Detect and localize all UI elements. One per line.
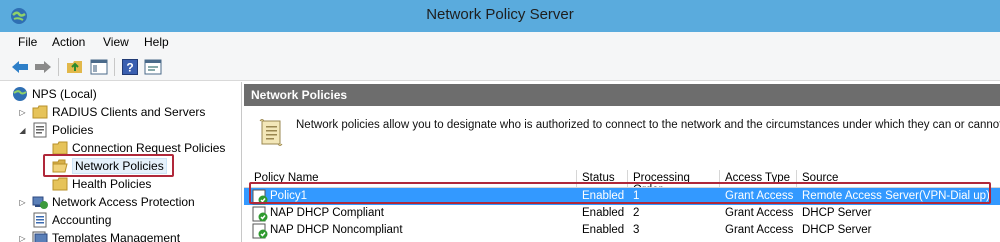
show-hide-tree-icon[interactable] [88,56,110,78]
tree-item-accounting[interactable]: Accounting [32,211,111,229]
tree-label: Connection Request Policies [72,141,226,155]
scroll-document-icon [259,119,283,146]
svg-text:?: ? [126,61,133,75]
up-folder-icon[interactable] [64,56,86,78]
toolbar-separator [114,58,115,76]
accounting-icon [33,212,47,228]
policy-enabled-icon [252,206,268,222]
cell-source: DHCP Server [802,224,872,236]
menu-view[interactable]: View [103,35,129,49]
cell-source: DHCP Server [802,207,872,219]
cell-policy-name: NAP DHCP Noncompliant [270,224,403,236]
folder-icon [32,105,48,119]
description-panel: Network policies allow you to designate … [244,108,1000,161]
templates-icon [32,231,48,242]
collapse-arrow-icon[interactable]: ◢ [18,126,27,135]
cell-processing-order: 2 [633,207,640,219]
title-bar: Network Policy Server [0,0,1000,32]
back-icon[interactable] [9,56,31,78]
menu-bar: File Action View Help [0,32,1000,53]
cell-access-type: Grant Access [725,224,794,236]
forward-icon[interactable] [32,56,54,78]
cell-status: Enabled [582,224,625,236]
table-row[interactable]: NAP DHCP Noncompliant Enabled 3 Grant Ac… [244,222,1000,239]
tree-label: RADIUS Clients and Servers [52,105,206,119]
tree-label: Templates Management [52,231,181,242]
highlight-box-network-policies [43,154,174,177]
properties-icon[interactable] [142,56,164,78]
window-title: Network Policy Server [426,6,574,23]
policies-icon [33,122,47,138]
tree-label: Health Policies [72,177,152,191]
table-row[interactable]: NAP DHCP Compliant Enabled 2 Grant Acces… [244,205,1000,222]
tree-label: NPS (Local) [32,87,97,101]
expand-arrow-icon[interactable]: ▷ [18,234,27,242]
menu-help[interactable]: Help [144,35,169,49]
nap-icon [32,196,48,209]
tree-label: Policies [52,123,94,137]
policy-enabled-icon [252,223,268,239]
tree-item-network-access-protection[interactable]: ▷ Network Access Protection [18,193,195,211]
nps-globe-icon [13,87,27,101]
cell-processing-order: 3 [633,224,640,236]
tree-item-policies[interactable]: ◢ Policies [18,121,93,139]
expand-arrow-icon[interactable]: ▷ [18,198,27,207]
expand-arrow-icon[interactable]: ▷ [18,108,27,117]
cell-access-type: Grant Access [725,207,794,219]
tree-label: Accounting [52,213,112,227]
help-icon[interactable]: ? [119,56,141,78]
folder-icon [52,177,68,191]
tree-item-nps-local[interactable]: NPS (Local) [12,85,97,103]
description-text: Network policies allow you to designate … [296,119,1000,131]
menu-file[interactable]: File [18,35,37,49]
toolbar: ? [0,53,1000,81]
toolbar-separator [58,58,59,76]
highlight-box-policy1 [249,182,991,204]
cell-status: Enabled [582,207,625,219]
pane-header: Network Policies [244,84,1000,106]
tree-item-radius[interactable]: ▷ RADIUS Clients and Servers [18,103,205,121]
results-pane: Network Policies Network policies allow … [244,82,1000,242]
tree-item-templates-management[interactable]: ▷ Templates Management [18,229,180,242]
tree-item-health-policies[interactable]: Health Policies [52,175,151,193]
menu-action[interactable]: Action [52,35,85,49]
cell-policy-name: NAP DHCP Compliant [270,207,384,219]
console-tree: NPS (Local) ▷ RADIUS Clients and Servers… [0,82,242,242]
tree-label: Network Access Protection [52,195,195,209]
